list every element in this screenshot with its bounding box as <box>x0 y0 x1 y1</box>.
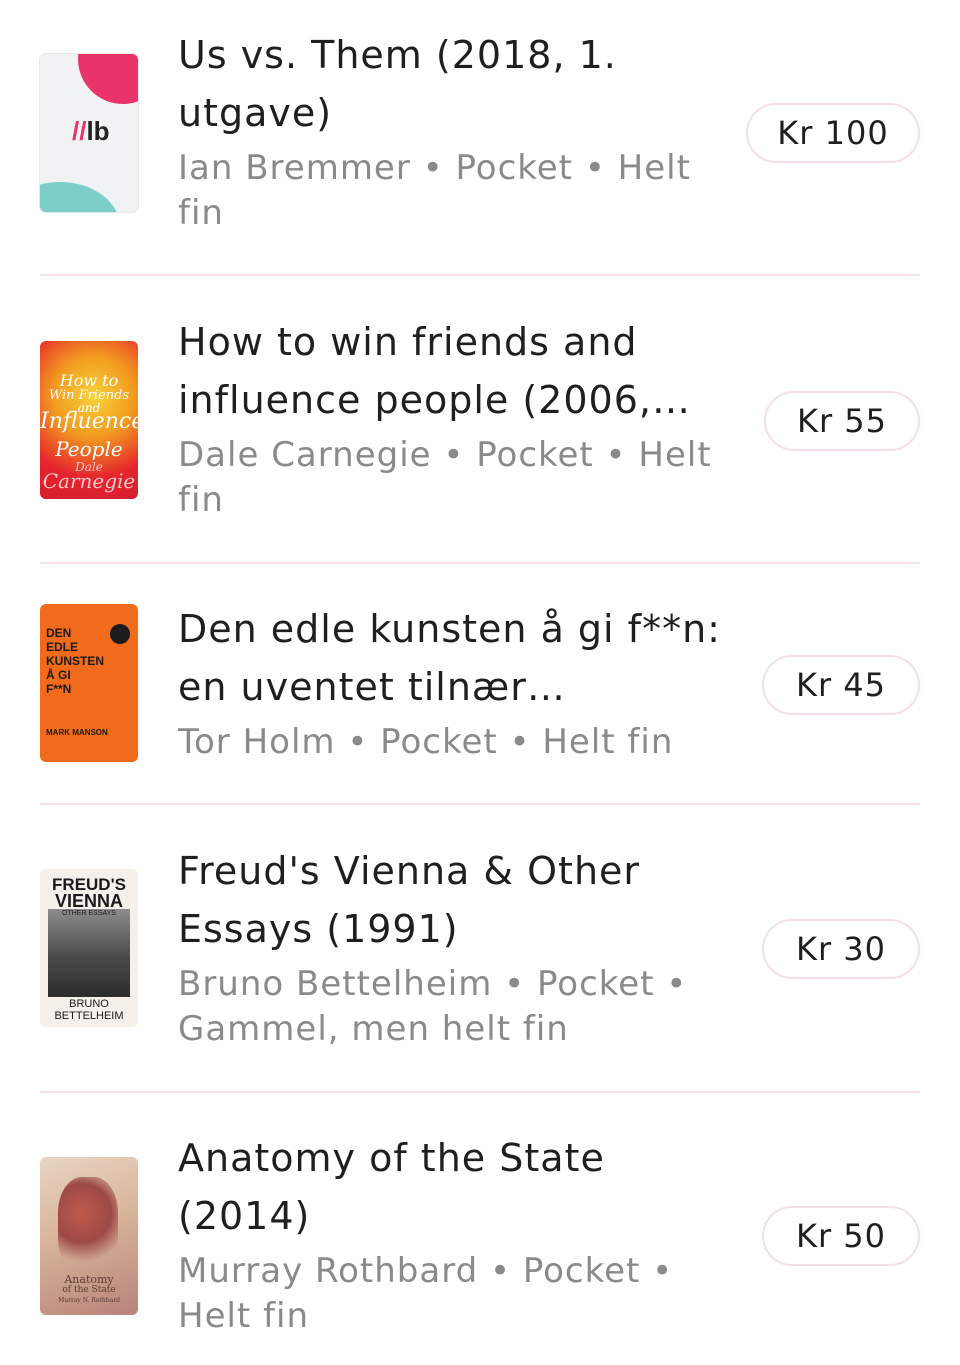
book-title[interactable]: Freud's Vienna & Other Essays (1991) <box>178 842 738 958</box>
book-meta: Tor Holm • Pocket • Helt fin <box>178 722 674 762</box>
cover-photo <box>48 909 130 997</box>
price-badge[interactable]: Kr 45 <box>762 655 920 715</box>
badge-icon <box>110 624 130 644</box>
cover-text: Carnegie <box>42 469 136 493</box>
cover-text: VIENNA <box>54 891 123 911</box>
price-badge[interactable]: Kr 30 <box>762 919 920 979</box>
cover-text: Influence <box>40 409 138 434</box>
book-info: Us vs. Them (2018, 1. utgave) Ian Bremme… <box>178 26 738 236</box>
book-info: Freud's Vienna & Other Essays (1991) Bru… <box>178 842 738 1052</box>
cover-author: MARK MANSON <box>46 728 108 737</box>
book-cover-image[interactable]: //lb <box>40 54 138 212</box>
divider <box>40 562 920 564</box>
cover-text: OTHER ESSAYS <box>62 910 116 917</box>
cover-text: BETTELHEIM <box>54 1010 124 1022</box>
book-title[interactable]: Us vs. Them (2018, 1. utgave) <box>178 26 738 142</box>
decoration <box>40 182 120 212</box>
divider <box>40 1091 920 1093</box>
book-info: How to win friends and influence people … <box>178 313 738 523</box>
cover-text: F**N <box>46 682 72 696</box>
decoration <box>78 54 138 104</box>
cover-text: Murray N. Rothbard <box>58 1297 120 1304</box>
divider <box>40 274 920 276</box>
cover-text: Å GI <box>46 668 71 682</box>
book-cover-image[interactable]: Anatomy of the State Murray N. Rothbard <box>40 1157 138 1315</box>
book-info: Anatomy of the State (2014) Murray Rothb… <box>178 1129 738 1339</box>
book-listing-list: //lb Us vs. Them (2018, 1. utgave) Ian B… <box>0 0 960 1365</box>
cover-text: EDLE <box>46 640 79 654</box>
book-meta: Dale Carnegie • Pocket • Helt fin <box>178 435 712 520</box>
price-badge[interactable]: Kr 100 <box>746 103 920 163</box>
cover-text: People <box>55 437 123 461</box>
book-cover-image[interactable]: How to Win Friends and Influence People … <box>40 341 138 499</box>
cover-illustration <box>58 1177 118 1267</box>
book-title[interactable]: How to win friends and influence people … <box>178 313 738 429</box>
price-badge[interactable]: Kr 50 <box>762 1206 920 1266</box>
book-title[interactable]: Anatomy of the State (2014) <box>178 1129 738 1245</box>
divider <box>40 803 920 805</box>
book-meta: Bruno Bettelheim • Pocket • Gammel, men … <box>178 964 688 1049</box>
cover-text: KUNSTEN <box>46 654 105 668</box>
cover-text: BRUNO <box>69 998 109 1010</box>
book-cover-image[interactable]: FREUD'S VIENNA OTHER ESSAYS BRUNO BETTEL… <box>40 869 138 1027</box>
book-meta: Ian Bremmer • Pocket • Helt fin <box>178 148 691 233</box>
cover-text: of the State <box>62 1285 116 1295</box>
cover-text: DEN <box>46 626 72 640</box>
book-title[interactable]: Den edle kunsten å gi f**n: en uventet t… <box>178 600 738 716</box>
book-info: Den edle kunsten å gi f**n: en uventet t… <box>178 600 738 765</box>
book-meta: Murray Rothbard • Pocket • Helt fin <box>178 1251 674 1336</box>
book-cover-image[interactable]: DEN EDLE KUNSTEN Å GI F**N MARK MANSON <box>40 604 138 762</box>
lb-logo-icon: //lb <box>72 116 110 146</box>
price-badge[interactable]: Kr 55 <box>764 391 920 451</box>
